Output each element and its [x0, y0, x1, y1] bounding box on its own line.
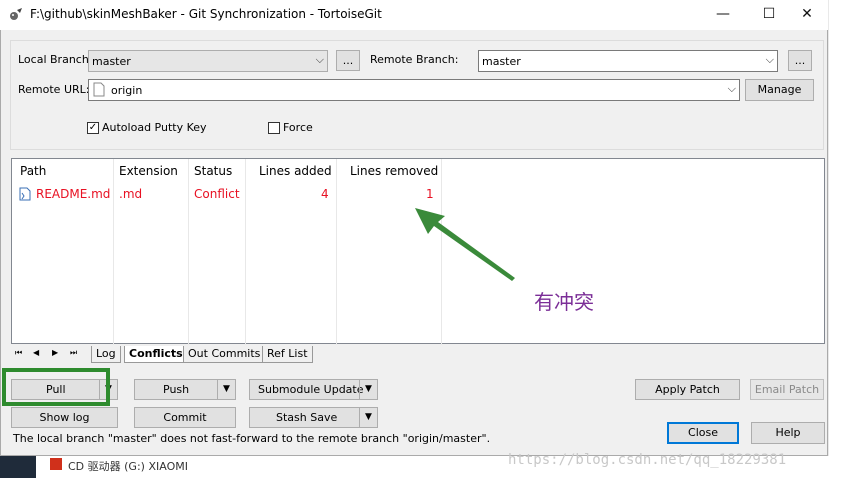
remote-branch-combo[interactable]: master ⌵ [478, 50, 778, 72]
drive-icon [50, 458, 62, 470]
submodule-update-button[interactable]: Submodule Update ▼ [249, 379, 378, 400]
row-lines-added: 4 [321, 187, 329, 201]
tortoisegit-app-icon [8, 7, 24, 23]
column-header-path[interactable]: Path [20, 164, 46, 178]
tab-conflicts[interactable]: Conflicts [124, 346, 188, 363]
push-dropdown-icon[interactable]: ▼ [217, 380, 235, 399]
background-item-label: CD 驱动器 (G:) XIAOMI [68, 460, 188, 473]
tab-out-commits[interactable]: Out Commits [183, 346, 266, 363]
autoload-putty-checkbox[interactable]: ✓ [87, 122, 99, 134]
first-tab-icon[interactable]: ⏮ [15, 348, 22, 358]
remote-branch-browse-button[interactable]: ... [788, 50, 812, 71]
highlight-box [2, 368, 110, 406]
prev-tab-icon[interactable]: ◀ [33, 348, 39, 357]
chevron-down-icon: ⌵ [727, 82, 736, 95]
local-branch-combo[interactable]: master ⌵ [88, 50, 328, 72]
local-branch-label: Local Branch: [18, 53, 93, 66]
annotation-arrow [415, 208, 515, 281]
annotation-text: 有冲突 [534, 290, 594, 314]
column-header-lines-added[interactable]: Lines added [259, 164, 332, 178]
remote-url-label: Remote URL: [18, 83, 90, 96]
desktop-background [829, 0, 849, 456]
stash-dropdown-icon[interactable]: ▼ [359, 408, 377, 427]
markdown-file-icon [19, 187, 31, 204]
show-log-button[interactable]: Show log [11, 407, 118, 428]
submodule-update-label: Submodule Update [258, 383, 364, 396]
local-branch-value: master [92, 55, 131, 68]
last-tab-icon[interactable]: ⏭ [70, 348, 77, 358]
taskbar-edge [0, 456, 36, 478]
help-button[interactable]: Help [751, 422, 825, 444]
email-patch-button[interactable]: Email Patch [750, 379, 824, 400]
manage-button[interactable]: Manage [745, 79, 814, 101]
force-label: Force [283, 121, 313, 134]
local-branch-browse-button[interactable]: ... [336, 50, 360, 71]
stash-save-button[interactable]: Stash Save ▼ [249, 407, 378, 428]
force-checkbox[interactable] [268, 122, 280, 134]
minimize-button[interactable]: — [700, 0, 746, 30]
remote-branch-label: Remote Branch: [370, 53, 459, 66]
status-message: The local branch "master" does not fast-… [13, 432, 491, 445]
apply-patch-button[interactable]: Apply Patch [635, 379, 740, 400]
column-header-status[interactable]: Status [194, 164, 232, 178]
tab-ref-list[interactable]: Ref List [262, 346, 313, 363]
autoload-putty-label: Autoload Putty Key [102, 121, 207, 134]
file-icon [93, 82, 105, 100]
remote-url-value: origin [111, 84, 143, 97]
tab-log[interactable]: Log [91, 346, 121, 363]
commit-button[interactable]: Commit [134, 407, 236, 428]
push-label: Push [163, 383, 190, 396]
table-row[interactable]: README.md .md Conflict 4 1 [12, 185, 452, 203]
close-button[interactable]: Close [667, 422, 739, 444]
next-tab-icon[interactable]: ▶ [52, 348, 58, 357]
remote-url-combo[interactable]: origin ⌵ [88, 79, 740, 101]
chevron-down-icon: ⌵ [315, 53, 324, 66]
row-status: Conflict [194, 187, 240, 201]
chevron-down-icon: ⌵ [765, 53, 774, 66]
remote-branch-value: master [482, 55, 521, 68]
column-header-extension[interactable]: Extension [119, 164, 178, 178]
watermark: https://blog.csdn.net/qq_18229381 [508, 452, 787, 468]
submodule-dropdown-icon[interactable]: ▼ [359, 380, 377, 399]
column-header-lines-removed[interactable]: Lines removed [350, 164, 438, 178]
close-window-button[interactable]: ✕ [784, 0, 830, 30]
window-title: F:\github\skinMeshBaker - Git Synchroniz… [30, 7, 382, 21]
push-button[interactable]: Push ▼ [134, 379, 236, 400]
row-extension: .md [119, 187, 143, 201]
row-path: README.md [36, 187, 111, 201]
stash-save-label: Stash Save [276, 411, 338, 424]
